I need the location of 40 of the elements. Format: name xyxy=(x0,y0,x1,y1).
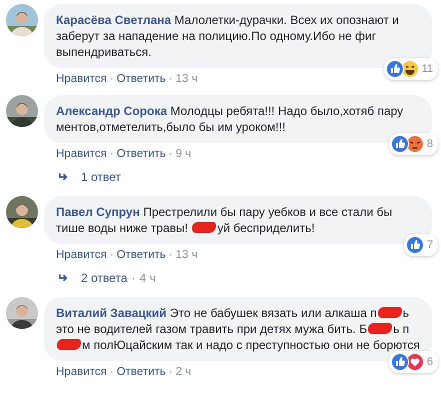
comment-action-link[interactable]: Нравится xyxy=(56,249,107,261)
view-replies-link[interactable]: 2 ответа xyxy=(81,271,128,285)
separator-dot: · xyxy=(131,271,136,285)
comment-action-link[interactable]: Ответить xyxy=(116,148,166,160)
reply-time: 4 ч xyxy=(139,271,156,285)
comment-text: Александр Сорока Молодцы ребята!!! Надо было,хотяб пару ментов,отметелить,было бы им уроком!!! xyxy=(56,103,404,135)
comment-action-link[interactable]: Ответить xyxy=(116,73,166,85)
thumbs-up-icon xyxy=(390,353,409,371)
scribble-mark xyxy=(378,307,402,318)
author-name[interactable]: Павел Супрун xyxy=(56,205,140,219)
scribble-mark xyxy=(368,323,392,334)
separator-dot: · xyxy=(110,249,114,261)
view-replies-link[interactable]: 1 ответ xyxy=(81,170,121,184)
comment-action-link[interactable]: Нравится xyxy=(56,73,107,85)
laughing-face-icon xyxy=(400,60,419,78)
separator-dot: · xyxy=(168,148,173,160)
thumbs-up-icon xyxy=(386,60,404,78)
separator-dot: · xyxy=(110,148,114,160)
scribble-mark xyxy=(192,222,216,233)
comment-action-link[interactable]: Нравится xyxy=(56,366,107,378)
comment-text: Павел Супрун Престрелили бы пару уебков и все стали бы тише воды ниже травы! уй бесприделить! xyxy=(56,204,394,236)
comment-text: Виталий Завацкий Это не бабушек вязать или алкаша п ь это не водителей газом травить при детях мужа бить. Б ь п м полЮцайским так и надо с преступностью они не борются xyxy=(56,305,420,353)
thumbs-up-icon xyxy=(406,236,424,254)
author-name[interactable]: Карасёва Светлана xyxy=(56,13,172,27)
separator-dot: · xyxy=(110,366,114,378)
comment-action-link[interactable]: Ответить xyxy=(116,366,166,378)
angry-face-icon xyxy=(406,135,424,153)
reply-arrow-icon xyxy=(58,172,69,182)
author-name[interactable]: Виталий Завацкий xyxy=(56,306,167,320)
separator-dot: · xyxy=(110,73,114,85)
reply-arrow-icon xyxy=(58,273,69,283)
separator-dot: · xyxy=(168,366,173,378)
comment-action-link[interactable]: Нравится xyxy=(56,148,107,160)
separator-dot: · xyxy=(168,73,173,85)
comment-action-link[interactable]: Ответить xyxy=(116,249,166,261)
scribble-mark xyxy=(57,339,81,350)
author-name[interactable]: Александр Сорока xyxy=(56,104,168,118)
comment-text: Карасёва Светлана Малолетки-дурачки. Всех их опознают и заберут за нападение на полицию.По одному.Ибо не фиг выпендриваться. xyxy=(56,12,400,60)
thumbs-up-icon xyxy=(390,135,409,153)
separator-dot: · xyxy=(168,249,173,261)
